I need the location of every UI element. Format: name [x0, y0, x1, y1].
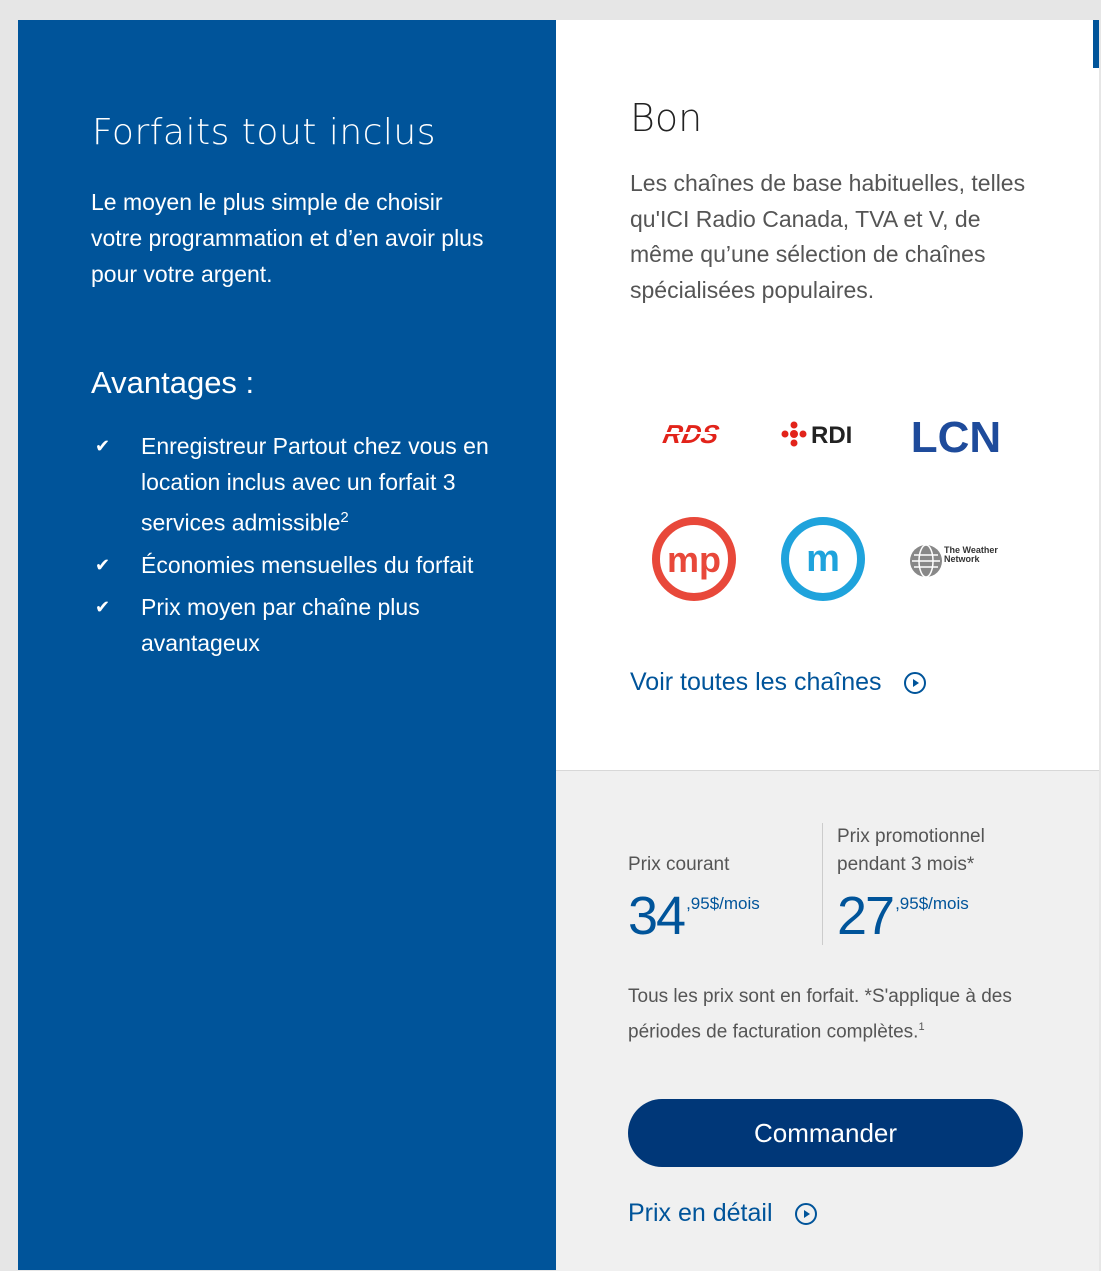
check-icon: ✔ [95, 596, 111, 617]
rdi-logo-text: RDI [811, 422, 852, 449]
regular-price-dollars: 34 [628, 886, 686, 946]
package-card: Bon Les chaînes de base habituelles, tel… [556, 20, 1099, 770]
pricing-panel: Prix courant 34 ,95$/mois Prix promotion… [556, 770, 1099, 1271]
price-divider [822, 823, 823, 945]
advantage-text: Économies mensuelles du forfait [141, 551, 474, 578]
advantages-title: Avantages : [91, 365, 255, 400]
footnote-marker: 1 [918, 1021, 925, 1033]
footnote-marker: 2 [340, 509, 349, 526]
lcn-logo-text: LCN [911, 413, 1001, 462]
mp-logo: mp [651, 516, 737, 602]
order-button[interactable]: Commander [628, 1099, 1023, 1167]
promo-price: 27 ,95$/mois [837, 889, 969, 943]
m-logo-text: m [806, 538, 840, 580]
pricing-note-text: Tous les prix sont en forfait. *S'appliq… [628, 986, 1012, 1043]
weather-network-logo-text: The Weather Network [944, 546, 998, 564]
check-icon: ✔ [95, 554, 111, 575]
advantage-text: Enregistreur Partout chez vous en locati… [141, 433, 489, 536]
package-name: Bon [630, 96, 703, 140]
promo-price-label-line2: pendant 3 mois* [837, 854, 975, 875]
price-detail-label: Prix en détail [628, 1199, 773, 1227]
regular-price: 34 ,95$/mois [628, 889, 760, 943]
price-detail-link[interactable]: Prix en détail [628, 1199, 817, 1228]
cbc-gem-icon [781, 421, 807, 447]
promo-price-label-line1: Prix promotionnel [837, 826, 985, 847]
rdi-logo: RDI [780, 416, 870, 452]
m-logo: m [780, 516, 866, 602]
advantage-text: Prix moyen par chaîne plus avantageux [141, 593, 420, 656]
see-all-channels-link[interactable]: Voir toutes les chaînes [630, 668, 926, 697]
rds-logo-text: RDS [661, 419, 723, 449]
mp-logo-text: mp [667, 539, 721, 580]
intro-panel: Forfaits tout inclus Le moyen le plus si… [18, 20, 556, 1270]
play-circle-icon [794, 1202, 817, 1225]
advantage-item: ✔ Économies mensuelles du forfait [91, 547, 511, 583]
intro-title: Forfaits tout inclus [92, 112, 437, 153]
promo-price-label: Prix promotionnel pendant 3 mois* [837, 823, 985, 879]
see-all-channels-label: Voir toutes les chaînes [630, 668, 882, 696]
rds-logo: RDS [651, 416, 739, 452]
weather-network-logo: The Weather Network [908, 538, 1004, 584]
advantage-item: ✔ Enregistreur Partout chez vous en loca… [91, 428, 511, 541]
lcn-logo: LCN [908, 408, 1004, 462]
intro-description: Le moyen le plus simple de choisir votre… [91, 189, 484, 287]
advantage-item: ✔ Prix moyen par chaîne plus avantageux [91, 589, 511, 661]
package-description: Les chaînes de base habituelles, telles … [630, 170, 1026, 303]
promo-price-cents: ,95$/mois [895, 894, 969, 913]
regular-price-label: Prix courant [628, 854, 730, 875]
play-circle-icon [903, 671, 926, 694]
pricing-note: Tous les prix sont en forfait. *S'appliq… [628, 981, 1028, 1047]
advantages-list: ✔ Enregistreur Partout chez vous en loca… [91, 428, 511, 667]
check-icon: ✔ [95, 436, 111, 456]
regular-price-cents: ,95$/mois [686, 894, 760, 913]
globe-icon [910, 544, 942, 578]
card-edge-accent [1093, 20, 1099, 68]
promo-price-dollars: 27 [837, 886, 895, 946]
